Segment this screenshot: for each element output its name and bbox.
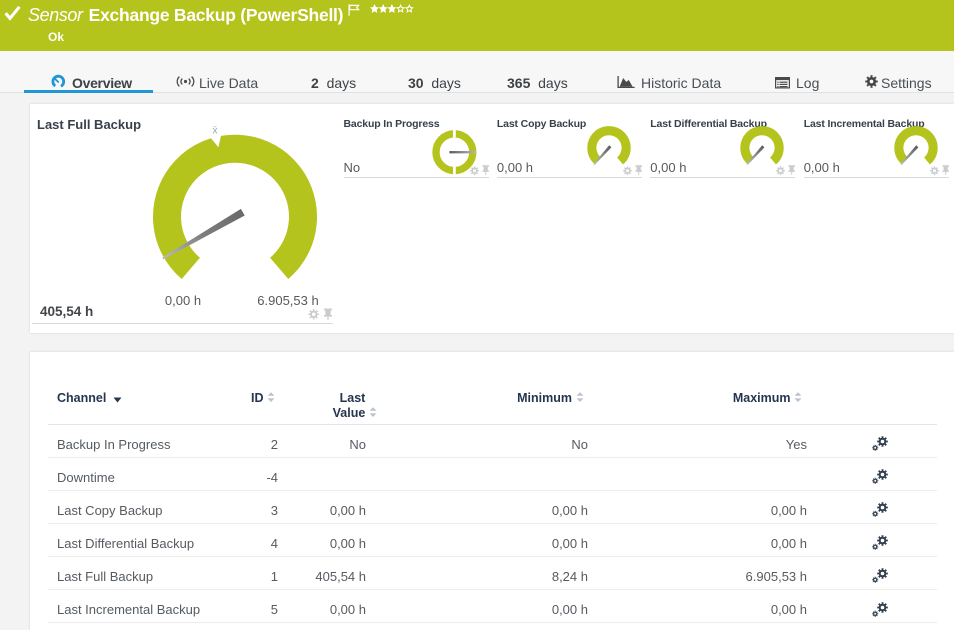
svg-text:x̄: x̄ xyxy=(212,125,218,137)
